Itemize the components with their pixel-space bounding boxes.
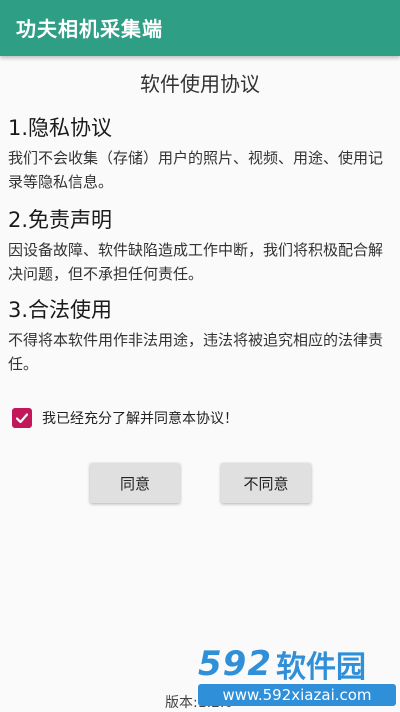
watermark-brand: 592 软件园 bbox=[198, 644, 366, 685]
app-title: 功夫相机采集端 bbox=[16, 17, 163, 41]
section-body: 因设备故障、软件缺陷造成工作中断，我们将积极配合解决问题，但不承担任何责任。 bbox=[8, 241, 384, 283]
section-disclaimer: 2.免责声明 因设备故障、软件缺陷造成工作中断，我们将积极配合解决问题，但不承担… bbox=[8, 206, 394, 286]
watermark-logo: 592 软件园 www.592xiazai.com bbox=[198, 644, 396, 708]
disagree-button[interactable]: 不同意 bbox=[221, 463, 311, 503]
section-heading: 2.免责声明 bbox=[8, 208, 113, 232]
watermark-text: 软件园 bbox=[275, 650, 366, 685]
section-body: 我们不会收集（存储）用户的照片、视频、用途、使用记录等隐私信息。 bbox=[8, 149, 384, 191]
section-privacy: 1.隐私协议 我们不会收集（存储）用户的照片、视频、用途、使用记录等隐私信息。 bbox=[8, 114, 394, 194]
section-legal-use: 3.合法使用 不得将本软件用作非法用途，违法将被追究相应的法律责任。 bbox=[8, 296, 394, 376]
consent-checkbox[interactable] bbox=[12, 408, 32, 428]
agree-button[interactable]: 同意 bbox=[90, 463, 180, 503]
section-heading: 1.隐私协议 bbox=[8, 116, 113, 140]
watermark-number: 592 bbox=[198, 644, 272, 684]
app-bar: 功夫相机采集端 bbox=[0, 0, 400, 56]
checkmark-icon bbox=[15, 413, 29, 424]
section-body: 不得将本软件用作非法用途，违法将被追究相应的法律责任。 bbox=[8, 331, 384, 373]
consent-label[interactable]: 我已经充分了解并同意本协议！ bbox=[42, 408, 238, 428]
watermark-url: www.592xiazai.com bbox=[198, 684, 396, 706]
agreement-title: 软件使用协议 bbox=[140, 72, 260, 96]
consent-row[interactable]: 我已经充分了解并同意本协议！ bbox=[12, 405, 238, 431]
section-heading: 3.合法使用 bbox=[8, 298, 113, 322]
